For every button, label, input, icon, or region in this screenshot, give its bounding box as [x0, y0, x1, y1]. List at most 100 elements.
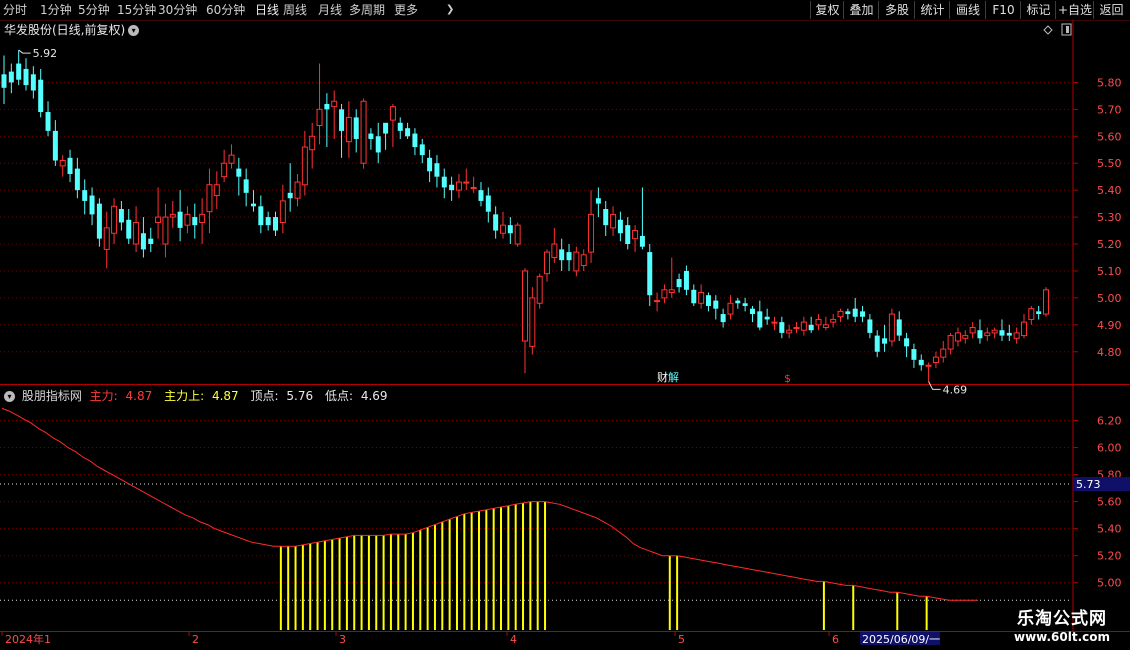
time-label-2: 3 [339, 633, 346, 646]
candle-body-107 [786, 329, 793, 334]
price-tick-label-4: 5.40 [1097, 184, 1122, 197]
candle-body-3 [23, 68, 29, 86]
diamond-icon [1043, 25, 1053, 35]
candle-body-48 [353, 117, 359, 139]
candle-body-80 [588, 213, 595, 253]
price-tick-label-6: 5.20 [1097, 238, 1122, 251]
ind-tick-label-5: 5.20 [1097, 550, 1122, 563]
event-label-dollar: $ [784, 372, 791, 385]
candle-body-63 [463, 181, 470, 184]
candle-body-22 [162, 216, 169, 245]
candle-body-132 [969, 327, 976, 334]
candle-body-7 [52, 130, 58, 161]
stock-chart[interactable]: 5.80 5.70 5.60 5.50 5.40 5.30 5.20 5.10 5.00 4.90… [0, 0, 1130, 650]
candle-body-25 [184, 213, 191, 226]
candle-body-52 [383, 122, 389, 134]
candle-body-47 [345, 116, 352, 143]
candle-body-57 [419, 144, 425, 156]
cursor-date-text: 2025/06/09/一 [862, 633, 940, 646]
ind-tick-label-1: 6.00 [1097, 442, 1122, 455]
candle-body-9 [67, 157, 73, 174]
candle-body-142 [1043, 289, 1049, 315]
candle-body-64 [470, 186, 477, 189]
candle-body-30 [221, 162, 228, 178]
candle-body-17 [126, 219, 132, 239]
candle-body-27 [199, 213, 206, 223]
candle-body-39 [287, 192, 293, 199]
candle-body-77 [566, 252, 572, 261]
candle-body-118 [867, 319, 873, 333]
candle-body-4 [30, 74, 36, 91]
candle-body-54 [397, 122, 403, 131]
candle-body-117 [860, 311, 866, 317]
candle-body-28 [206, 184, 213, 213]
candle-body-123 [904, 338, 910, 347]
candle-body-78 [573, 251, 580, 272]
candle-body-97 [713, 300, 719, 309]
candle-body-44 [324, 103, 330, 110]
time-label-4: 5 [678, 633, 685, 646]
candle-body-41 [301, 146, 308, 186]
candle-body-95 [698, 292, 705, 304]
candle-body-103 [757, 311, 763, 328]
candle-body-84 [617, 219, 623, 234]
candle-body-37 [273, 217, 279, 231]
price-tick-label-0: 5.80 [1097, 76, 1122, 89]
candle-body-89 [654, 300, 661, 303]
candle-body-121 [888, 313, 895, 342]
price-tick-label-8: 5.00 [1097, 292, 1122, 305]
candle-body-24 [177, 211, 183, 228]
candle-body-94 [691, 289, 697, 304]
candle-body-20 [148, 238, 154, 245]
candle-body-92 [676, 279, 682, 288]
ind-tick-label-3: 5.60 [1097, 496, 1122, 509]
candle-body-104 [764, 316, 770, 320]
candle-body-74 [544, 251, 551, 275]
candle-body-109 [800, 321, 807, 331]
candle-body-14 [103, 227, 110, 250]
candle-body-98 [720, 314, 726, 323]
candle-body-141 [1036, 311, 1042, 315]
window-toggle-fill [1066, 26, 1069, 33]
candle-body-120 [882, 338, 888, 344]
candle-body-68 [499, 224, 506, 234]
price-tick-label-3: 5.50 [1097, 157, 1122, 170]
candle-body-40 [294, 181, 301, 199]
time-label-3: 4 [510, 633, 517, 646]
price-tick-label-1: 5.70 [1097, 103, 1122, 116]
candle-body-35 [258, 206, 264, 226]
candle-body-139 [1020, 321, 1027, 337]
candle-body-43 [316, 108, 323, 126]
event-label-cai: 财 [657, 370, 668, 384]
min-price-label: 4.69 [943, 383, 968, 396]
time-label-1: 2 [192, 633, 199, 646]
event-label-jie: 解 [668, 370, 679, 384]
candle-body-87 [639, 235, 645, 247]
candle-body-18 [133, 221, 140, 245]
watermark-name: 乐淘公式网 [1017, 609, 1107, 629]
candle-body-83 [610, 213, 617, 229]
candle-body-66 [485, 195, 491, 212]
candle-body-33 [243, 179, 249, 193]
ind-tick-label-4: 5.40 [1097, 523, 1122, 536]
candle-body-34 [250, 203, 256, 207]
candle-body-21 [155, 216, 162, 223]
candle-body-110 [808, 324, 814, 331]
candle-body-86 [632, 230, 639, 240]
main-force-line [1, 407, 978, 601]
candle-body-100 [735, 300, 741, 304]
price-tick-label-10: 4.80 [1097, 346, 1122, 359]
candle-body-81 [595, 198, 601, 204]
candle-body-62 [455, 181, 462, 191]
candle-body-93 [683, 270, 689, 290]
candle-body-29 [213, 184, 220, 197]
candle-body-99 [727, 302, 734, 315]
candle-body-73 [536, 275, 543, 304]
price-tick-label-9: 4.90 [1097, 319, 1122, 332]
candle-body-82 [603, 209, 609, 226]
candle-body-12 [89, 195, 95, 215]
ind-value-highlight-text: 5.73 [1076, 478, 1101, 491]
candle-body-38 [279, 200, 286, 223]
candle-body-65 [478, 190, 484, 201]
candle-body-102 [749, 308, 755, 315]
